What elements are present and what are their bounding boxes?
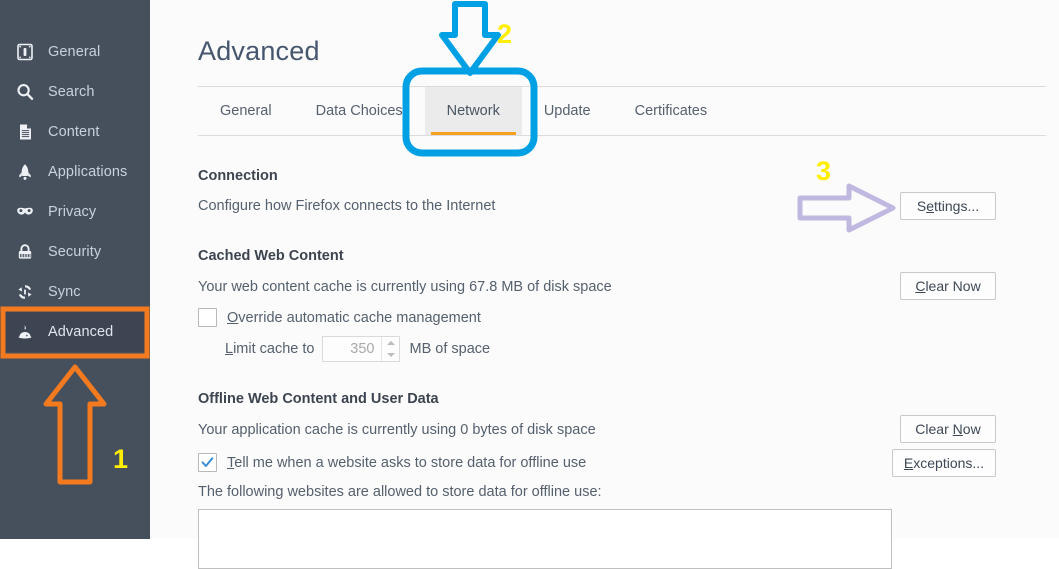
override-cache-label: Override automatic cache management [227, 309, 481, 326]
chevron-down-icon [386, 353, 395, 357]
sync-icon [14, 281, 36, 303]
sidebar-item-applications[interactable]: Applications [0, 152, 150, 192]
exceptions-button[interactable]: Exceptions... [892, 449, 996, 477]
limit-cache-stepper[interactable]: 350 [322, 336, 401, 362]
general-icon [14, 41, 36, 63]
offline-content-heading: Offline Web Content and User Data [198, 391, 439, 407]
clear-offline-now-label: Clear Now [915, 421, 981, 437]
mask-icon [14, 201, 36, 223]
sidebar-item-label: Advanced [48, 324, 114, 340]
tab-bar: General Data Choices Network Update Cert… [198, 86, 1046, 136]
content-page-icon [14, 121, 36, 143]
notify-offline-label: Tell me when a website asks to store dat… [227, 454, 587, 471]
tab-label: Network [446, 103, 500, 119]
allowed-sites-label: The following websites are allowed to st… [198, 484, 602, 500]
sidebar-item-general[interactable]: General [0, 32, 150, 72]
tab-general[interactable]: General [198, 87, 294, 135]
padlock-icon [14, 241, 36, 263]
sidebar-item-label: Content [48, 124, 100, 140]
cached-web-content-heading: Cached Web Content [198, 248, 344, 264]
override-cache-checkbox[interactable] [198, 308, 217, 327]
sidebar-item-search[interactable]: Search [0, 72, 150, 112]
sidebar-item-label: Applications [48, 164, 128, 180]
connection-heading: Connection [198, 168, 278, 184]
cache-usage-text: Your web content cache is currently usin… [198, 279, 612, 295]
sidebar-item-label: Privacy [48, 204, 97, 220]
settings-button-label: Settings... [916, 198, 980, 214]
sidebar-item-label: General [48, 44, 101, 60]
limit-cache-suffix: MB of space [409, 341, 491, 357]
sidebar-item-privacy[interactable]: Privacy [0, 192, 150, 232]
tab-label: General [220, 103, 272, 119]
sidebar-item-label: Security [48, 244, 102, 260]
connection-description: Configure how Firefox connects to the In… [198, 198, 496, 214]
annotation-number-1: 1 [113, 444, 129, 474]
checkmark-icon [201, 457, 214, 467]
tab-label: Data Choices [315, 103, 403, 119]
tab-certificates[interactable]: Certificates [613, 87, 730, 135]
tab-label: Update [543, 103, 591, 119]
stepper-up-button[interactable] [382, 337, 399, 349]
sidebar-item-label: Sync [48, 284, 81, 300]
clear-cache-now-label: Clear Now [915, 278, 981, 294]
preferences-window: General Search Content Applications Priv… [0, 0, 1059, 569]
sidebar-item-content[interactable]: Content [0, 112, 150, 152]
main-content: Advanced General Data Choices Network Up… [150, 0, 1059, 539]
stepper-down-button[interactable] [382, 349, 399, 361]
limit-cache-stepper-arrows[interactable] [381, 337, 399, 361]
sidebar-item-advanced[interactable]: Advanced [0, 312, 150, 352]
tab-update[interactable]: Update [522, 87, 613, 135]
sidebar-item-label: Search [48, 84, 95, 100]
notify-offline-checkbox-row[interactable]: Tell me when a website asks to store dat… [198, 453, 586, 472]
allowed-sites-listbox[interactable] [198, 509, 892, 569]
tab-label: Certificates [634, 103, 708, 119]
sidebar-item-sync[interactable]: Sync [0, 272, 150, 312]
rocket-icon [14, 161, 36, 183]
tab-network[interactable]: Network [424, 87, 522, 135]
notify-offline-checkbox[interactable] [198, 453, 217, 472]
tab-data-choices[interactable]: Data Choices [294, 87, 425, 135]
exceptions-button-label: Exceptions... [903, 455, 985, 471]
override-cache-checkbox-row[interactable]: Override automatic cache management [198, 308, 481, 327]
page-title: Advanced [198, 36, 320, 66]
limit-cache-label: Limit cache to [225, 341, 315, 357]
offline-usage-text: Your application cache is currently usin… [198, 422, 596, 438]
annotation-number-2: 2 [497, 19, 513, 49]
sidebar-item-security[interactable]: Security [0, 232, 150, 272]
search-icon [14, 81, 36, 103]
clear-cache-now-button[interactable]: Clear Now [900, 272, 996, 300]
annotation-number-3: 3 [816, 156, 832, 186]
settings-button[interactable]: Settings... [900, 192, 996, 220]
limit-cache-value[interactable]: 350 [323, 337, 381, 361]
chevron-up-icon [386, 341, 395, 345]
potion-icon [14, 321, 36, 343]
limit-cache-row: Limit cache to 350 MB of space [225, 336, 490, 362]
clear-offline-now-button[interactable]: Clear Now [900, 415, 996, 443]
